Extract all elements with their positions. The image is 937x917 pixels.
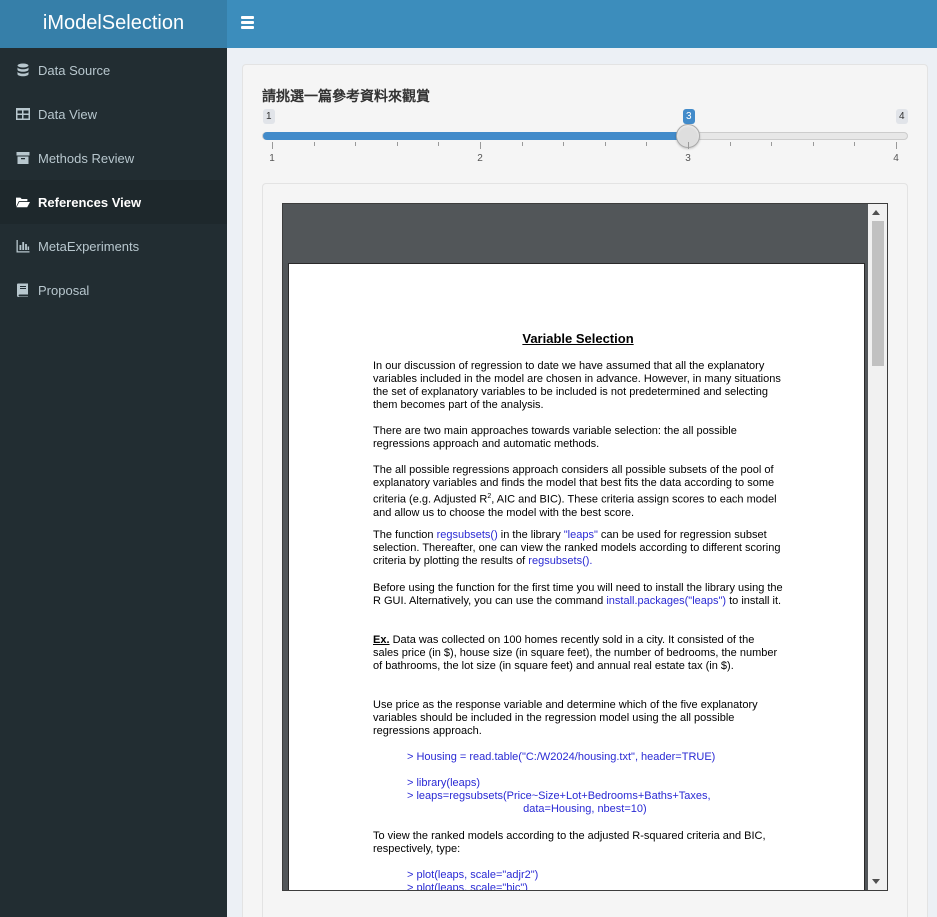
code-line: > Housing = read.table("C:/W2024/housing… bbox=[407, 751, 716, 763]
scroll-up-arrow-icon[interactable] bbox=[872, 210, 880, 215]
bar-chart-icon bbox=[15, 239, 30, 253]
archive-icon bbox=[15, 151, 30, 165]
document-paragraph: Before using the function for the first … bbox=[373, 582, 783, 608]
slider-minor-tick bbox=[854, 142, 856, 146]
reference-slider-track[interactable] bbox=[262, 132, 908, 140]
book-icon bbox=[15, 283, 30, 297]
sidebar-item-references-view[interactable]: References View bbox=[0, 180, 227, 224]
sidebar-item-data-source[interactable]: Data Source bbox=[0, 48, 227, 92]
document-title: Variable Selection bbox=[522, 331, 634, 346]
slider-major-tick bbox=[896, 142, 897, 149]
slider-major-tick bbox=[272, 142, 273, 149]
code-inline: regsubsets(). bbox=[528, 555, 593, 567]
slider-minor-tick bbox=[771, 142, 773, 146]
slider-minor-tick bbox=[604, 142, 606, 146]
viewer-scrollbar[interactable] bbox=[868, 204, 887, 890]
text-run: in the library bbox=[497, 529, 564, 541]
slider-minor-tick bbox=[355, 142, 357, 146]
document-paragraph: In our discussion of regression to date … bbox=[373, 360, 781, 411]
slider-minor-tick bbox=[396, 142, 398, 146]
code-inline: regsubsets() bbox=[436, 529, 498, 541]
app-logo[interactable]: iModelSelection bbox=[0, 0, 227, 48]
sidebar-item-proposal[interactable]: Proposal bbox=[0, 268, 227, 312]
document-paragraph: The all possible regressions approach co… bbox=[373, 464, 783, 520]
slider-fill-bar bbox=[263, 132, 689, 140]
slider-max-label: 4 bbox=[896, 109, 908, 124]
scrollbar-thumb[interactable] bbox=[872, 221, 884, 366]
slider-value-label: 3 bbox=[683, 109, 695, 124]
document-paragraph: Use price as the response variable and d… bbox=[373, 699, 758, 737]
code-line: > leaps=regsubsets(Price~Size+Lot+Bedroo… bbox=[407, 790, 711, 802]
slider-tick-label: 1 bbox=[269, 153, 275, 164]
sidebar-item-label: Proposal bbox=[38, 282, 90, 298]
slider-label: 請挑選一篇參考資料來觀賞 bbox=[262, 88, 430, 104]
pdf-viewer[interactable]: Variable Selection In our discussion of … bbox=[282, 203, 888, 891]
sidebar-item-metaexperiments[interactable]: MetaExperiments bbox=[0, 224, 227, 268]
slider-minor-tick bbox=[646, 142, 648, 146]
slider-minor-tick bbox=[812, 142, 814, 146]
code-line: > library(leaps) bbox=[407, 777, 481, 789]
slider-major-tick bbox=[480, 142, 481, 149]
slider-major-tick bbox=[688, 142, 689, 149]
top-navbar bbox=[227, 0, 937, 48]
slider-minor-tick bbox=[521, 142, 523, 146]
sidebar: Data Source Data View Methods Review Ref… bbox=[0, 48, 227, 917]
code-inline: "leaps" bbox=[563, 529, 598, 541]
slider-tick-label: 2 bbox=[477, 153, 483, 164]
scroll-down-arrow-icon[interactable] bbox=[872, 879, 880, 884]
sidebar-item-label: MetaExperiments bbox=[38, 238, 140, 254]
document-paragraph: There are two main approaches towards va… bbox=[373, 425, 737, 450]
slider-tick-label: 3 bbox=[685, 153, 691, 164]
text-run: Data was collected on 100 homes recently… bbox=[373, 634, 778, 672]
example-label: Ex. bbox=[373, 634, 390, 646]
slider-tick-label: 4 bbox=[893, 153, 899, 164]
sidebar-item-label: Data View bbox=[38, 106, 98, 122]
sidebar-item-label: Methods Review bbox=[38, 150, 135, 166]
pdf-viewer-toolbar bbox=[283, 204, 869, 262]
sidebar-item-methods-review[interactable]: Methods Review bbox=[0, 136, 227, 180]
code-line: data=Housing, nbest=10) bbox=[407, 803, 647, 815]
text-run: The function bbox=[373, 529, 437, 541]
table-icon bbox=[15, 107, 30, 121]
code-inline: install.packages("leaps") bbox=[606, 595, 727, 607]
slider-minor-tick bbox=[313, 142, 315, 146]
text-run: to install it. bbox=[726, 595, 782, 607]
database-icon bbox=[15, 63, 30, 77]
document-paragraph: Ex. Data was collected on 100 homes rece… bbox=[373, 634, 783, 673]
pdf-page: Variable Selection In our discussion of … bbox=[288, 263, 865, 891]
folder-open-icon bbox=[15, 195, 30, 209]
slider-minor-tick bbox=[563, 142, 565, 146]
slider-minor-tick bbox=[438, 142, 440, 146]
sidebar-item-data-view[interactable]: Data View bbox=[0, 92, 227, 136]
sidebar-item-label: References View bbox=[38, 194, 142, 210]
code-line: > plot(leaps, scale="bic") bbox=[407, 882, 528, 891]
code-line: > plot(leaps, scale="adjr2") bbox=[407, 869, 539, 881]
slider-minor-tick bbox=[729, 142, 731, 146]
hamburger-menu-icon[interactable] bbox=[241, 14, 255, 30]
document-paragraph: The function regsubsets() in the library… bbox=[373, 529, 783, 568]
slider-min-label: 1 bbox=[263, 109, 275, 124]
document-paragraph: To view the ranked models according to t… bbox=[373, 830, 766, 855]
sidebar-item-label: Data Source bbox=[38, 62, 111, 78]
